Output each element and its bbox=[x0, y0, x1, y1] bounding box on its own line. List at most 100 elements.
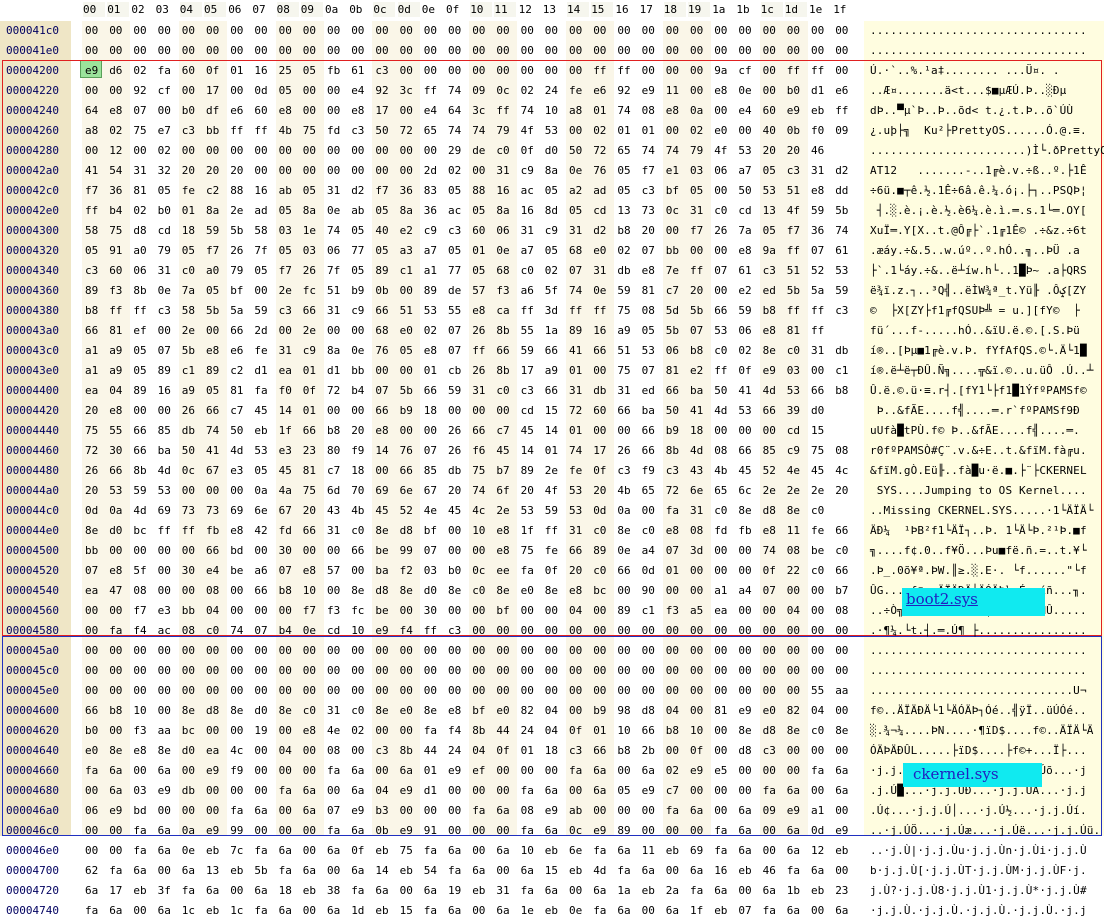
hex-byte[interactable]: 81 bbox=[230, 381, 244, 401]
hex-byte[interactable]: d0 bbox=[424, 581, 438, 601]
hex-byte[interactable]: 00 bbox=[230, 81, 244, 101]
hex-byte[interactable]: 44 bbox=[424, 741, 438, 761]
hex-byte[interactable]: 31 bbox=[811, 341, 825, 361]
hex-byte[interactable]: 66 bbox=[254, 581, 268, 601]
hex-byte[interactable]: 88 bbox=[472, 181, 486, 201]
hex-byte[interactable]: e9 bbox=[206, 761, 220, 781]
hex-byte[interactable]: 77 bbox=[351, 241, 365, 261]
hex-byte[interactable]: 31 bbox=[279, 341, 293, 361]
hex-byte[interactable]: 08 bbox=[714, 441, 728, 461]
hex-byte[interactable]: 00 bbox=[835, 41, 849, 61]
ascii-text[interactable]: Ú.·`..%.¹a‡........ ...Ü¤. . bbox=[870, 61, 1060, 81]
hex-byte[interactable]: 00 bbox=[763, 421, 777, 441]
hex-byte[interactable]: 01 bbox=[666, 561, 680, 581]
hex-byte[interactable]: 6a bbox=[158, 841, 172, 861]
hex-byte[interactable]: 07 bbox=[569, 261, 583, 281]
hex-byte[interactable]: 00 bbox=[254, 601, 268, 621]
hex-byte[interactable]: 6a bbox=[85, 881, 99, 901]
hex-byte[interactable]: c3 bbox=[835, 301, 849, 321]
hex-byte[interactable]: 00 bbox=[158, 401, 172, 421]
hex-byte[interactable]: 31 bbox=[327, 701, 341, 721]
hex-byte[interactable]: 01 bbox=[642, 121, 656, 141]
hex-byte[interactable]: 82 bbox=[787, 701, 801, 721]
hex-byte[interactable]: 00 bbox=[230, 781, 244, 801]
hex-byte[interactable]: 66 bbox=[545, 341, 559, 361]
hex-byte[interactable]: 00 bbox=[230, 721, 244, 741]
hex-byte[interactable]: 74 bbox=[448, 81, 462, 101]
hex-byte[interactable]: fe bbox=[182, 181, 196, 201]
hex-byte[interactable]: 5b bbox=[690, 301, 704, 321]
hex-byte[interactable]: 00 bbox=[714, 621, 728, 641]
hex-byte[interactable]: 19 bbox=[254, 721, 268, 741]
hex-byte[interactable]: c1 bbox=[400, 261, 414, 281]
hex-byte[interactable]: e4 bbox=[351, 81, 365, 101]
ascii-text[interactable]: XuÏ═.Y[X..t.@Ô╔├`.1╔1Ê© .÷&z.÷6t bbox=[870, 221, 1087, 241]
hex-byte[interactable]: fd bbox=[714, 521, 728, 541]
hex-byte[interactable]: 73 bbox=[642, 201, 656, 221]
hex-byte[interactable]: e9 bbox=[738, 701, 752, 721]
hex-byte[interactable]: eb bbox=[738, 861, 752, 881]
hex-byte[interactable]: 00 bbox=[327, 321, 341, 341]
hex-byte[interactable]: 00 bbox=[158, 581, 172, 601]
hex-byte[interactable]: 07 bbox=[811, 241, 825, 261]
hex-byte[interactable]: 6f bbox=[496, 481, 510, 501]
ascii-text[interactable]: .Ú¢...·j.j.Ú│...·j.Ú½...·j.j.Úí. bbox=[870, 801, 1087, 821]
hex-byte[interactable]: 7a bbox=[738, 221, 752, 241]
hex-byte[interactable]: 00 bbox=[642, 901, 656, 921]
hex-byte[interactable]: 66 bbox=[230, 321, 244, 341]
hex-byte[interactable]: 31 bbox=[690, 501, 704, 521]
ascii-text[interactable]: r0fºPAMSÒ#Ç¨.v.&÷E..t.&fïM.fà╔u. bbox=[870, 441, 1087, 461]
hex-byte[interactable]: a8 bbox=[569, 101, 583, 121]
hex-byte[interactable]: 05 bbox=[351, 261, 365, 281]
hex-byte[interactable]: a6 bbox=[254, 561, 268, 581]
hex-byte[interactable]: 74 bbox=[617, 101, 631, 121]
hex-byte[interactable]: c3 bbox=[763, 261, 777, 281]
hex-byte[interactable]: 26 bbox=[714, 221, 728, 241]
hex-byte[interactable]: 00 bbox=[133, 21, 147, 41]
hex-byte[interactable]: a4 bbox=[738, 581, 752, 601]
hex-row[interactable]: 000043c0 a1 a9 05 07 5b e8 e6 fe 31 c9 8a 0e 76 05 e8 07… bbox=[0, 341, 1104, 361]
hex-byte[interactable]: 8e bbox=[763, 341, 777, 361]
hex-byte[interactable]: fa bbox=[133, 821, 147, 841]
ascii-text[interactable]: f©..ÄÏÄÐÄ└1└ÄÓÄÞ┐Óé..╣ÿÏ..üÚÓé.. bbox=[870, 701, 1087, 721]
hex-byte[interactable]: f3 bbox=[496, 281, 510, 301]
hex-byte[interactable]: 50 bbox=[666, 401, 680, 421]
hex-byte[interactable]: 45 bbox=[375, 501, 389, 521]
hex-byte[interactable]: 00 bbox=[521, 61, 535, 81]
hex-byte[interactable]: 31 bbox=[327, 301, 341, 321]
hex-byte[interactable]: c7 bbox=[666, 281, 680, 301]
hex-byte[interactable]: 18 bbox=[690, 421, 704, 441]
hex-byte[interactable]: a0 bbox=[133, 241, 147, 261]
hex-byte[interactable]: 0e bbox=[569, 161, 583, 181]
hex-byte[interactable]: 00 bbox=[496, 41, 510, 61]
hex-byte[interactable]: 36 bbox=[109, 181, 123, 201]
hex-byte[interactable]: 00 bbox=[85, 821, 99, 841]
hex-byte[interactable]: 00 bbox=[811, 581, 825, 601]
hex-byte[interactable]: ea bbox=[714, 601, 728, 621]
hex-byte[interactable]: 00 bbox=[714, 561, 728, 581]
hex-byte[interactable]: c0 bbox=[496, 141, 510, 161]
hex-byte[interactable]: 00 bbox=[448, 641, 462, 661]
hex-byte[interactable]: eb bbox=[254, 421, 268, 441]
hex-byte[interactable]: a1 bbox=[811, 801, 825, 821]
hex-byte[interactable]: 00 bbox=[666, 221, 680, 241]
hex-byte[interactable]: 16 bbox=[593, 321, 607, 341]
hex-byte[interactable]: c0 bbox=[714, 201, 728, 221]
hex-byte[interactable]: 00 bbox=[109, 81, 123, 101]
hex-byte[interactable]: 00 bbox=[424, 41, 438, 61]
hex-byte[interactable]: 8b bbox=[133, 281, 147, 301]
hex-byte[interactable]: fa bbox=[230, 801, 244, 821]
hex-byte[interactable]: 00 bbox=[787, 661, 801, 681]
hex-byte[interactable]: d6 bbox=[109, 61, 123, 81]
hex-byte[interactable]: 1b bbox=[787, 881, 801, 901]
hex-byte[interactable]: 20 bbox=[351, 421, 365, 441]
hex-byte[interactable]: 00 bbox=[254, 781, 268, 801]
hex-row[interactable]: 00004480 26 66 8b 4d 0c 67 e3 05 45 81 c7 18 00 66 85 db… bbox=[0, 461, 1104, 481]
hex-byte[interactable]: 2d bbox=[424, 161, 438, 181]
hex-byte[interactable]: f6 bbox=[472, 441, 486, 461]
hex-byte[interactable]: e0 bbox=[400, 321, 414, 341]
hex-byte[interactable]: 09 bbox=[472, 81, 486, 101]
hex-byte[interactable]: 46 bbox=[763, 861, 777, 881]
hex-byte[interactable]: 11 bbox=[642, 841, 656, 861]
hex-byte[interactable]: 00 bbox=[569, 681, 583, 701]
